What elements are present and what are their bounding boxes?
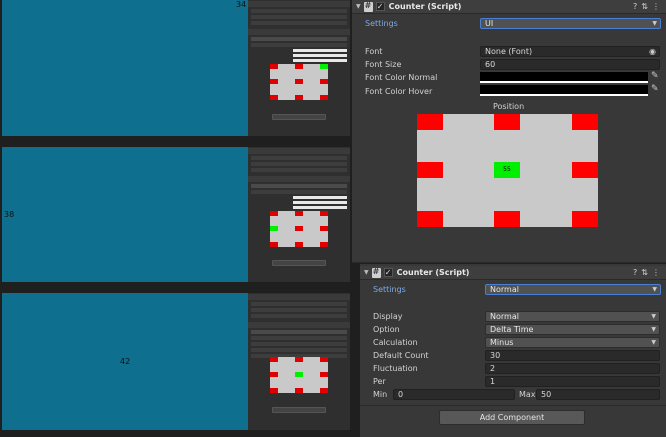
mini-add-component-2 [272, 260, 326, 266]
help-icon[interactable]: ? [633, 2, 637, 11]
component-title: Counter (Script) [396, 268, 470, 277]
settings-dropdown[interactable]: Normal ▼ [485, 284, 661, 295]
display-label: Display [373, 312, 403, 321]
add-component-divider [360, 405, 666, 406]
position-cell-bottom-center[interactable] [494, 211, 520, 227]
position-cell-bottom-left[interactable] [417, 211, 443, 227]
mini-position-area-1 [270, 64, 328, 100]
script-icon [371, 267, 381, 278]
component-header-top[interactable]: ▼ ✓ Counter (Script) ? ⇅ ⋮ [352, 0, 666, 14]
object-picker-icon[interactable]: ◉ [649, 47, 656, 56]
collapse-arrow-icon[interactable]: ▼ [364, 269, 369, 276]
min-label: Min [373, 390, 388, 399]
mini-position-area-2 [270, 211, 328, 247]
chevron-down-icon: ▼ [652, 20, 657, 27]
font-object-field[interactable]: None (Font) ◉ [480, 46, 660, 57]
option-label: Option [373, 325, 400, 334]
default-count-field[interactable]: 30 [485, 350, 660, 361]
position-cell-bottom-right[interactable] [572, 211, 598, 227]
settings-dropdown[interactable]: UI ▼ [480, 18, 661, 29]
max-field[interactable]: 50 [536, 389, 660, 400]
font-color-hover-field[interactable] [480, 85, 648, 96]
font-color-hover-label: Font Color Hover [365, 87, 433, 96]
option-value: Delta Time [490, 325, 534, 334]
font-color-normal-field[interactable] [480, 72, 648, 83]
settings-value: Normal [490, 285, 519, 294]
mini-position-area-3 [270, 357, 328, 393]
inspector-panel-top: ▼ ✓ Counter (Script) ? ⇅ ⋮ Settings UI ▼… [352, 0, 666, 262]
position-cell-middle-left[interactable] [417, 162, 443, 178]
font-size-label: Font Size [365, 60, 402, 69]
fluctuation-field[interactable]: 2 [485, 363, 660, 374]
help-icon[interactable]: ? [633, 268, 637, 277]
eyedropper-icon[interactable]: ✎ [651, 84, 659, 94]
collapse-arrow-icon[interactable]: ▼ [356, 3, 361, 10]
counter-text-1: 34 [236, 0, 247, 9]
default-count-label: Default Count [373, 351, 429, 360]
per-label: Per [373, 377, 386, 386]
game-view-2: 38 [2, 147, 248, 282]
chevron-down-icon: ▼ [651, 313, 656, 320]
display-dropdown[interactable]: Normal ▼ [485, 311, 660, 322]
mini-add-component-1 [272, 114, 326, 120]
kebab-menu-icon[interactable]: ⋮ [652, 2, 660, 11]
position-cell-text: 55 [503, 166, 511, 173]
game-view-1: 34 [2, 0, 248, 136]
settings-label: Settings [373, 285, 406, 294]
max-value: 50 [541, 390, 552, 399]
inspector-panel-bottom: ▼ ✓ Counter (Script) ? ⇅ ⋮ Settings Norm… [360, 264, 666, 437]
chevron-down-icon: ▼ [651, 326, 656, 333]
panel-divider [352, 262, 666, 263]
min-value: 0 [398, 390, 404, 399]
sliders-icon[interactable]: ⇅ [641, 2, 648, 11]
font-value: None (Font) [485, 47, 533, 56]
kebab-menu-icon[interactable]: ⋮ [652, 268, 660, 277]
game-view-3: 42 [2, 293, 248, 430]
max-label: Max [519, 390, 536, 399]
counter-text-3: 42 [120, 357, 131, 366]
eyedropper-icon[interactable]: ✎ [651, 71, 659, 81]
font-size-value: 60 [485, 60, 496, 69]
calculation-value: Minus [490, 338, 514, 347]
mini-inspector-3 [248, 293, 350, 430]
calculation-label: Calculation [373, 338, 418, 347]
sliders-icon[interactable]: ⇅ [641, 268, 648, 277]
position-label: Position [493, 102, 525, 111]
position-cell-top-center[interactable] [494, 114, 520, 130]
position-cell-middle-right[interactable] [572, 162, 598, 178]
component-header-bottom[interactable]: ▼ ✓ Counter (Script) ? ⇅ ⋮ [360, 266, 666, 280]
enabled-checkbox[interactable]: ✓ [375, 2, 385, 11]
add-component-button[interactable]: Add Component [439, 410, 585, 425]
chevron-down-icon: ▼ [652, 286, 657, 293]
mini-inspector-1 [248, 0, 350, 136]
position-cell-top-right[interactable] [572, 114, 598, 130]
mini-inspector-2 [248, 147, 350, 282]
component-title: Counter (Script) [388, 2, 462, 11]
calculation-dropdown[interactable]: Minus ▼ [485, 337, 660, 348]
mini-add-component-3 [272, 407, 326, 413]
settings-label: Settings [365, 19, 398, 28]
position-cell-top-left[interactable] [417, 114, 443, 130]
position-cell-middle-center[interactable]: 55 [494, 162, 520, 178]
script-icon [363, 1, 373, 12]
fluctuation-label: Fluctuation [373, 364, 418, 373]
editor-root: 34 38 42 ▼ # ✓ Counter (Script) ? ⇅ ⋮ Se… [0, 0, 666, 437]
display-value: Normal [490, 312, 519, 321]
font-color-normal-label: Font Color Normal [365, 73, 438, 82]
font-label: Font [365, 47, 383, 56]
default-count-value: 30 [490, 351, 501, 360]
option-dropdown[interactable]: Delta Time ▼ [485, 324, 660, 335]
per-value: 1 [490, 377, 496, 386]
enabled-checkbox[interactable]: ✓ [383, 268, 393, 277]
font-size-field[interactable]: 60 [480, 59, 660, 70]
chevron-down-icon: ▼ [651, 339, 656, 346]
fluctuation-value: 2 [490, 364, 496, 373]
min-field[interactable]: 0 [393, 389, 515, 400]
position-grid[interactable]: 55 [417, 114, 598, 227]
per-field[interactable]: 1 [485, 376, 660, 387]
settings-value: UI [485, 19, 494, 28]
counter-text-2: 38 [4, 210, 15, 219]
